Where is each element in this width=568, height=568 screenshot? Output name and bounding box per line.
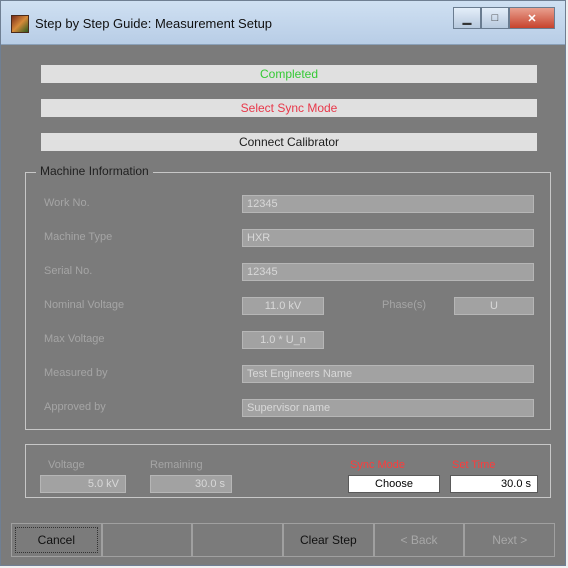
app-icon (11, 15, 29, 33)
max-voltage-label: Max Voltage (44, 333, 105, 345)
minimize-icon: ▁ (462, 12, 472, 25)
sync-mode-select[interactable]: Choose (348, 475, 440, 493)
phases-label: Phase(s) (382, 299, 427, 311)
work-no-field[interactable]: 12345 (242, 195, 534, 213)
dialog-body: Completed Select Sync Mode Connect Calib… (11, 45, 556, 557)
serial-no-label: Serial No. (44, 265, 93, 277)
step-connect-calibrator: Connect Calibrator (41, 133, 537, 151)
remaining-label: Remaining (150, 459, 203, 471)
machine-information-title: Machine Information (36, 164, 153, 178)
remaining-field: 30.0 s (150, 475, 232, 493)
phases-field[interactable]: U (454, 297, 534, 315)
title-bar: Step by Step Guide: Measurement Setup ▁ … (1, 1, 565, 45)
approved-by-field[interactable]: Supervisor name (242, 399, 534, 417)
step-completed: Completed (41, 65, 537, 83)
next-button[interactable]: Next > (464, 523, 556, 557)
work-no-label: Work No. (44, 197, 90, 209)
clear-step-button[interactable]: Clear Step (283, 523, 374, 557)
measured-by-field[interactable]: Test Engineers Name (242, 365, 534, 383)
max-voltage-field[interactable]: 1.0 * U_n (242, 331, 324, 349)
step-select-sync-mode: Select Sync Mode (41, 99, 537, 117)
back-button[interactable]: < Back (373, 523, 465, 557)
cancel-button[interactable]: Cancel (11, 523, 102, 557)
window-controls: ▁ □ ✕ (453, 7, 555, 29)
voltage-label: Voltage (48, 459, 85, 471)
nominal-voltage-field[interactable]: 11.0 kV (242, 297, 324, 315)
maximize-button[interactable]: □ (481, 7, 509, 29)
set-time-label: Set Time (452, 459, 496, 471)
window-title: Step by Step Guide: Measurement Setup (35, 16, 273, 31)
measured-by-label: Measured by (44, 367, 108, 379)
maximize-icon: □ (491, 12, 499, 24)
blank-button-2 (192, 523, 284, 557)
button-bar: Cancel Clear Step < Back Next > (11, 523, 556, 557)
set-time-field[interactable]: 30.0 s (450, 475, 538, 493)
machine-type-field[interactable]: HXR (242, 229, 534, 247)
machine-information-group: Machine Information Work No. 12345 Machi… (25, 164, 551, 430)
measurement-status-panel: Voltage 5.0 kV Remaining 30.0 s Sync Mod… (25, 444, 551, 498)
nominal-voltage-label: Nominal Voltage (44, 299, 125, 311)
blank-button-1 (101, 523, 193, 557)
close-button[interactable]: ✕ (509, 7, 555, 29)
serial-no-field[interactable]: 12345 (242, 263, 534, 281)
approved-by-label: Approved by (44, 401, 106, 413)
machine-type-label: Machine Type (44, 231, 113, 243)
measurement-setup-window: Step by Step Guide: Measurement Setup ▁ … (0, 0, 566, 566)
sync-mode-label: Sync Mode (350, 459, 406, 471)
voltage-field: 5.0 kV (40, 475, 126, 493)
close-icon: ✕ (527, 12, 537, 25)
minimize-button[interactable]: ▁ (453, 7, 481, 29)
